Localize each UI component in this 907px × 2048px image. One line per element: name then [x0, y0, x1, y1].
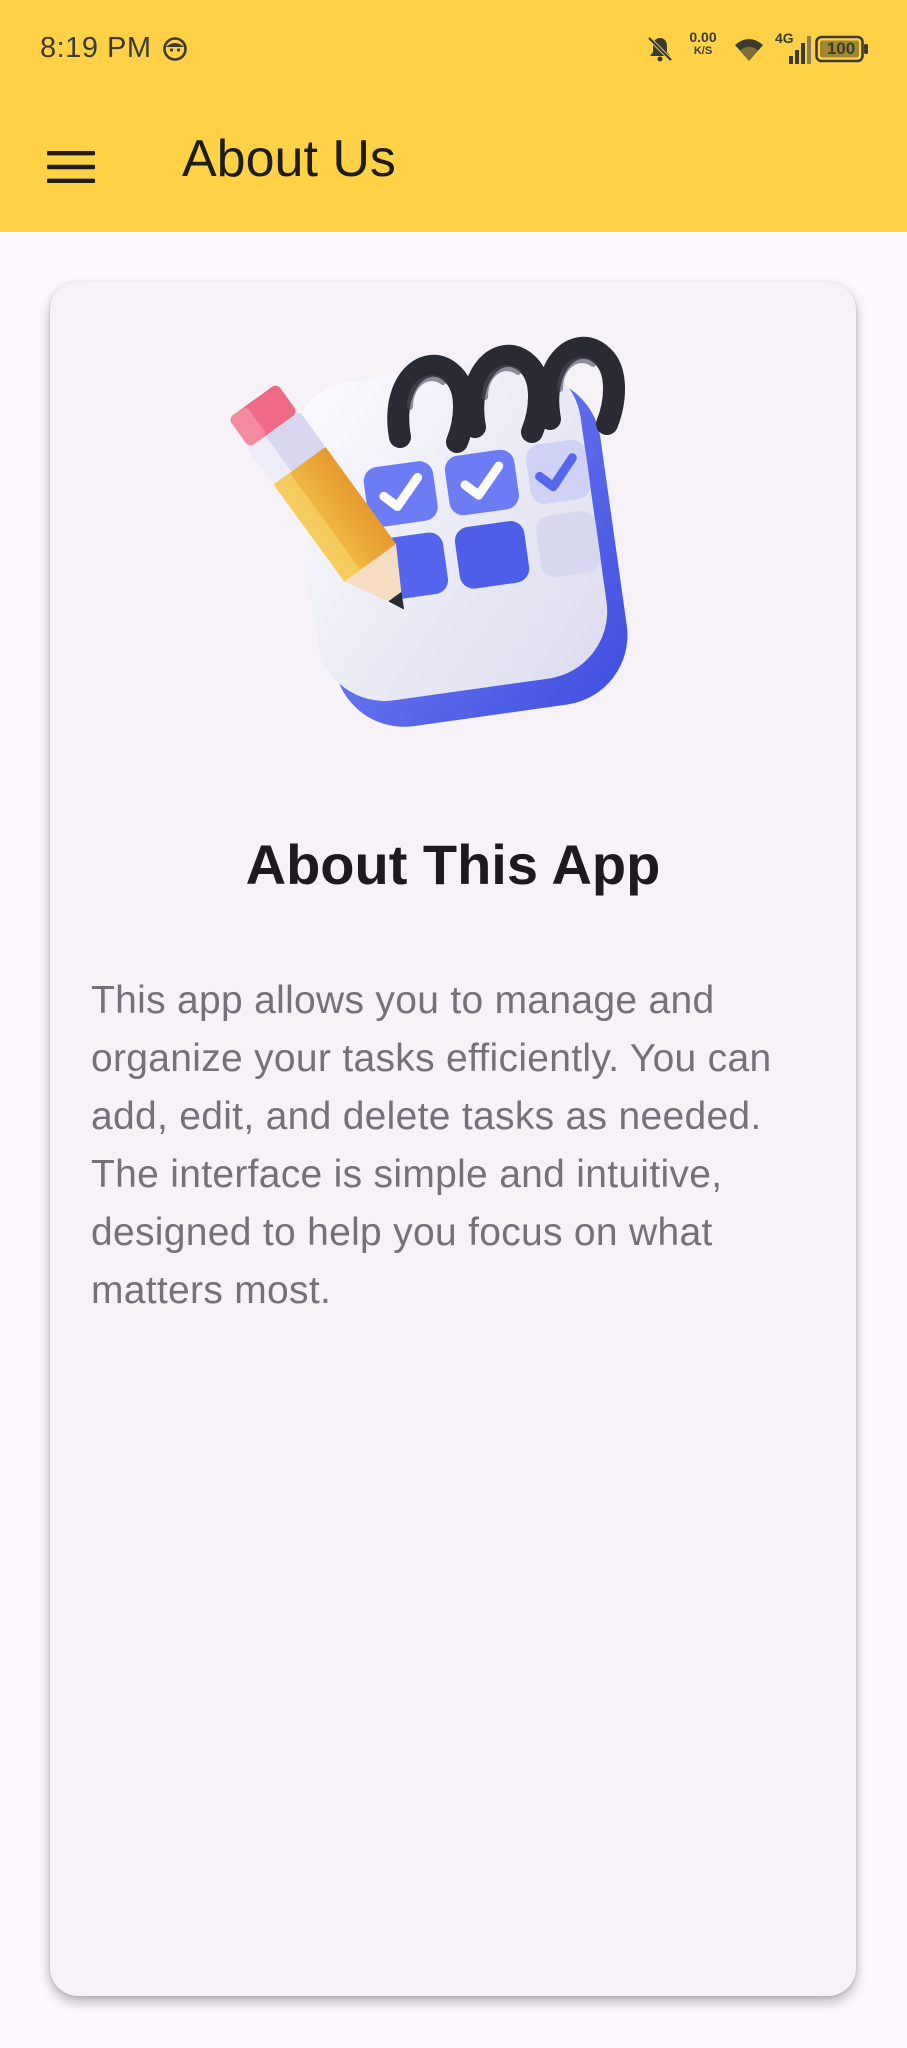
net-speed: 0.00 K/S [683, 30, 723, 57]
card-description: This app allows you to manage and organi… [91, 979, 772, 1312]
app-bar: About Us [0, 100, 907, 232]
calendar-checklist-pencil-illustration [230, 336, 628, 727]
about-card: About This App This app allows you to ma… [50, 282, 856, 1996]
status-time: 8:19 PM [40, 32, 152, 64]
net-speed-value: 0.00 [689, 29, 717, 45]
status-bar: 8:19 PM 0.00 K/S 4G 100 [0, 0, 907, 100]
net-speed-unit: K/S [693, 45, 713, 57]
bell-off-icon [647, 36, 673, 62]
page-title: About Us [182, 130, 396, 188]
signal-icon [789, 36, 811, 64]
card-title: About This App [245, 833, 661, 896]
wifi-icon [735, 39, 763, 61]
face-icon [163, 37, 187, 61]
menu-button[interactable] [28, 136, 114, 198]
menu-icon [47, 151, 95, 183]
top-bar: 8:19 PM 0.00 K/S 4G 100 About Us [0, 0, 907, 232]
battery-level: 100 [826, 39, 856, 58]
